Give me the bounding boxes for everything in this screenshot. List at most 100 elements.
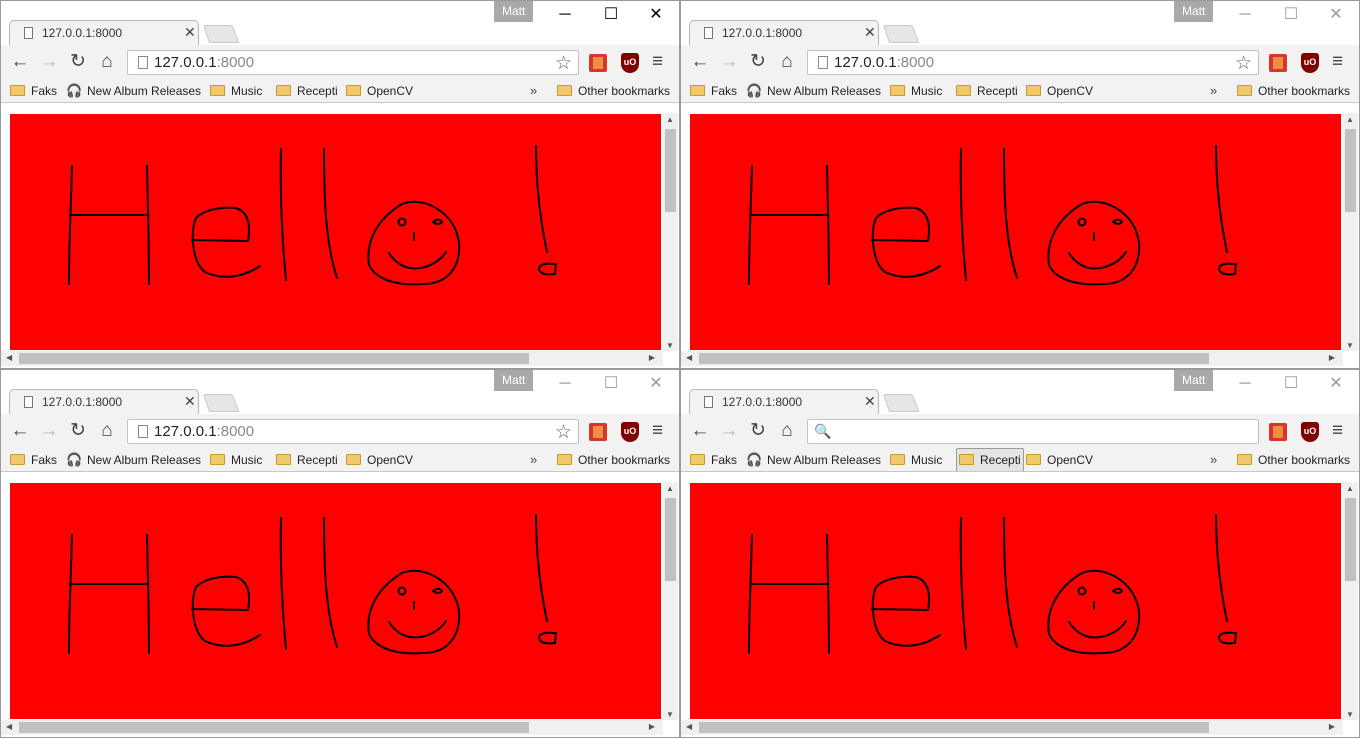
ublock-icon[interactable]: uO [1301, 53, 1319, 73]
scroll-thumb[interactable] [699, 722, 1209, 733]
bookmark-item[interactable]: Music [210, 449, 262, 471]
bookmark-item[interactable]: Music [890, 80, 942, 102]
browser-tab[interactable]: 127.0.0.1:8000 ✕ [9, 20, 199, 45]
maximize-button[interactable]: ☐ [588, 4, 634, 26]
ublock-icon[interactable]: uO [1301, 422, 1319, 442]
bookmark-item[interactable]: 🎧 New Album Releases [66, 449, 201, 471]
drawing-canvas[interactable] [690, 483, 1341, 719]
browser-window[interactable]: 127.0.0.1:8000 ✕ Matt ─ ☐ ✕ ← → ↻ ⌂ 127.… [0, 0, 680, 369]
forward-icon[interactable]: → [38, 420, 60, 442]
bookmark-item[interactable]: Music [890, 449, 942, 471]
scroll-thumb[interactable] [19, 722, 529, 733]
home-icon[interactable]: ⌂ [776, 51, 798, 73]
bookmarks-overflow-button[interactable]: » [530, 80, 537, 102]
browser-tab[interactable]: 127.0.0.1:8000 ✕ [9, 389, 199, 414]
page-content[interactable]: ▲ ▼ ◀ ▶ [1, 471, 679, 737]
star-icon[interactable]: ☆ [555, 52, 572, 75]
new-tab-button[interactable] [202, 394, 240, 412]
minimize-button[interactable]: ─ [542, 4, 588, 26]
drawing-canvas[interactable] [10, 483, 661, 719]
scroll-thumb[interactable] [1345, 498, 1356, 581]
maximize-button[interactable]: ☐ [1268, 373, 1314, 395]
minimize-button[interactable]: ─ [542, 373, 588, 395]
bookmark-item[interactable]: Faks [10, 449, 57, 471]
home-icon[interactable]: ⌂ [96, 51, 118, 73]
other-bookmarks[interactable]: Other bookmarks [557, 449, 670, 471]
bookmark-item[interactable]: 🎧 New Album Releases [746, 449, 881, 471]
new-tab-button[interactable] [882, 394, 920, 412]
home-icon[interactable]: ⌂ [776, 420, 798, 442]
vertical-scrollbar[interactable]: ▲ ▼ [1343, 113, 1358, 351]
forward-icon[interactable]: → [38, 51, 60, 73]
bookmark-item[interactable]: Recepti [956, 448, 1024, 472]
scroll-up-icon[interactable]: ▲ [1346, 484, 1354, 493]
vertical-scrollbar[interactable]: ▲ ▼ [1343, 482, 1358, 720]
bookmark-item[interactable]: Faks [10, 80, 57, 102]
pdf-extension-icon[interactable] [589, 423, 607, 441]
horizontal-scrollbar[interactable]: ◀ ▶ [1, 351, 663, 366]
menu-icon[interactable]: ≡ [1332, 420, 1343, 442]
bookmark-item[interactable]: OpenCV [1026, 449, 1093, 471]
new-tab-button[interactable] [882, 25, 920, 43]
address-bar[interactable]: 🔍 [807, 419, 1259, 444]
close-window-button[interactable]: ✕ [633, 4, 679, 26]
bookmarks-overflow-button[interactable]: » [530, 449, 537, 471]
address-bar[interactable]: 127.0.0.1:8000 ☆ [127, 419, 579, 444]
other-bookmarks[interactable]: Other bookmarks [1237, 449, 1350, 471]
scroll-down-icon[interactable]: ▼ [666, 341, 674, 350]
maximize-button[interactable]: ☐ [588, 373, 634, 395]
horizontal-scrollbar[interactable]: ◀ ▶ [681, 720, 1343, 735]
bookmark-item[interactable]: OpenCV [346, 80, 413, 102]
browser-tab[interactable]: 127.0.0.1:8000 ✕ [689, 20, 879, 45]
bookmarks-overflow-button[interactable]: » [1210, 449, 1217, 471]
reload-icon[interactable]: ↻ [747, 420, 769, 442]
back-icon[interactable]: ← [9, 51, 31, 73]
profile-badge[interactable]: Matt [1174, 370, 1214, 391]
pdf-extension-icon[interactable] [1269, 423, 1287, 441]
address-bar[interactable]: 127.0.0.1:8000 ☆ [127, 50, 579, 75]
bookmark-item[interactable]: Recepti [276, 449, 338, 471]
scroll-right-icon[interactable]: ▶ [1329, 722, 1335, 731]
minimize-button[interactable]: ─ [1222, 4, 1268, 26]
scroll-down-icon[interactable]: ▼ [1346, 710, 1354, 719]
reload-icon[interactable]: ↻ [67, 420, 89, 442]
bookmark-item[interactable]: 🎧 New Album Releases [746, 80, 881, 102]
forward-icon[interactable]: → [718, 420, 740, 442]
reload-icon[interactable]: ↻ [747, 51, 769, 73]
scroll-down-icon[interactable]: ▼ [1346, 341, 1354, 350]
back-icon[interactable]: ← [9, 420, 31, 442]
ublock-icon[interactable]: uO [621, 422, 639, 442]
profile-badge[interactable]: Matt [1174, 1, 1214, 22]
minimize-button[interactable]: ─ [1222, 373, 1268, 395]
ublock-icon[interactable]: uO [621, 53, 639, 73]
scroll-up-icon[interactable]: ▲ [666, 484, 674, 493]
star-icon[interactable]: ☆ [555, 421, 572, 444]
bookmark-item[interactable]: OpenCV [1026, 80, 1093, 102]
bookmark-item[interactable]: 🎧 New Album Releases [66, 80, 201, 102]
reload-icon[interactable]: ↻ [67, 51, 89, 73]
profile-badge[interactable]: Matt [494, 370, 534, 391]
maximize-button[interactable]: ☐ [1268, 4, 1314, 26]
page-content[interactable]: ▲ ▼ ◀ ▶ [1, 102, 679, 368]
pdf-extension-icon[interactable] [589, 54, 607, 72]
bookmark-item[interactable]: Recepti [276, 80, 338, 102]
back-icon[interactable]: ← [689, 420, 711, 442]
other-bookmarks[interactable]: Other bookmarks [557, 80, 670, 102]
bookmarks-overflow-button[interactable]: » [1210, 80, 1217, 102]
page-content[interactable]: ▲ ▼ ◀ ▶ [681, 102, 1359, 368]
scroll-thumb[interactable] [19, 353, 529, 364]
scroll-left-icon[interactable]: ◀ [686, 722, 692, 731]
close-window-button[interactable]: ✕ [1313, 4, 1359, 26]
bookmark-item[interactable]: Music [210, 80, 262, 102]
page-content[interactable]: ▲ ▼ ◀ ▶ [681, 471, 1359, 737]
new-tab-button[interactable] [202, 25, 240, 43]
other-bookmarks[interactable]: Other bookmarks [1237, 80, 1350, 102]
home-icon[interactable]: ⌂ [96, 420, 118, 442]
tab-close-icon[interactable]: ✕ [864, 24, 876, 41]
star-icon[interactable]: ☆ [1235, 52, 1252, 75]
scroll-left-icon[interactable]: ◀ [6, 722, 12, 731]
menu-icon[interactable]: ≡ [1332, 51, 1343, 73]
scroll-up-icon[interactable]: ▲ [1346, 115, 1354, 124]
vertical-scrollbar[interactable]: ▲ ▼ [663, 482, 678, 720]
horizontal-scrollbar[interactable]: ◀ ▶ [681, 351, 1343, 366]
